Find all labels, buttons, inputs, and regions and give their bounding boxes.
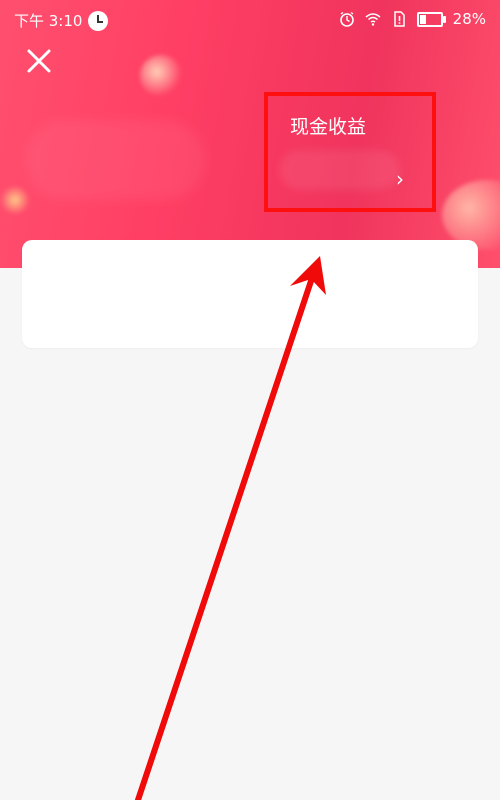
decorative-blob — [140, 55, 182, 97]
alarm-icon — [339, 11, 354, 27]
battery-percent: 28% — [452, 10, 486, 28]
close-button[interactable] — [22, 44, 56, 78]
decorative-blob — [25, 120, 205, 200]
cash-earnings-label: 现金收益 — [290, 116, 367, 138]
status-time: 下午 3:10 — [14, 12, 83, 30]
clock-icon — [88, 10, 109, 31]
battery-icon — [416, 11, 446, 27]
chevron-right-icon: › — [396, 167, 404, 191]
decorative-blob — [0, 185, 30, 215]
status-bar: 下午 3:10 28% — [0, 0, 500, 40]
content-card — [22, 240, 478, 348]
cash-earnings-entry[interactable]: 现金收益 › — [290, 112, 430, 202]
wifi-icon — [365, 13, 381, 26]
close-icon — [27, 49, 51, 73]
battery-fill — [419, 14, 426, 24]
sim-alert-icon — [393, 11, 405, 27]
status-right: 28% — [339, 10, 486, 28]
status-left: 下午 3:10 — [14, 10, 109, 31]
